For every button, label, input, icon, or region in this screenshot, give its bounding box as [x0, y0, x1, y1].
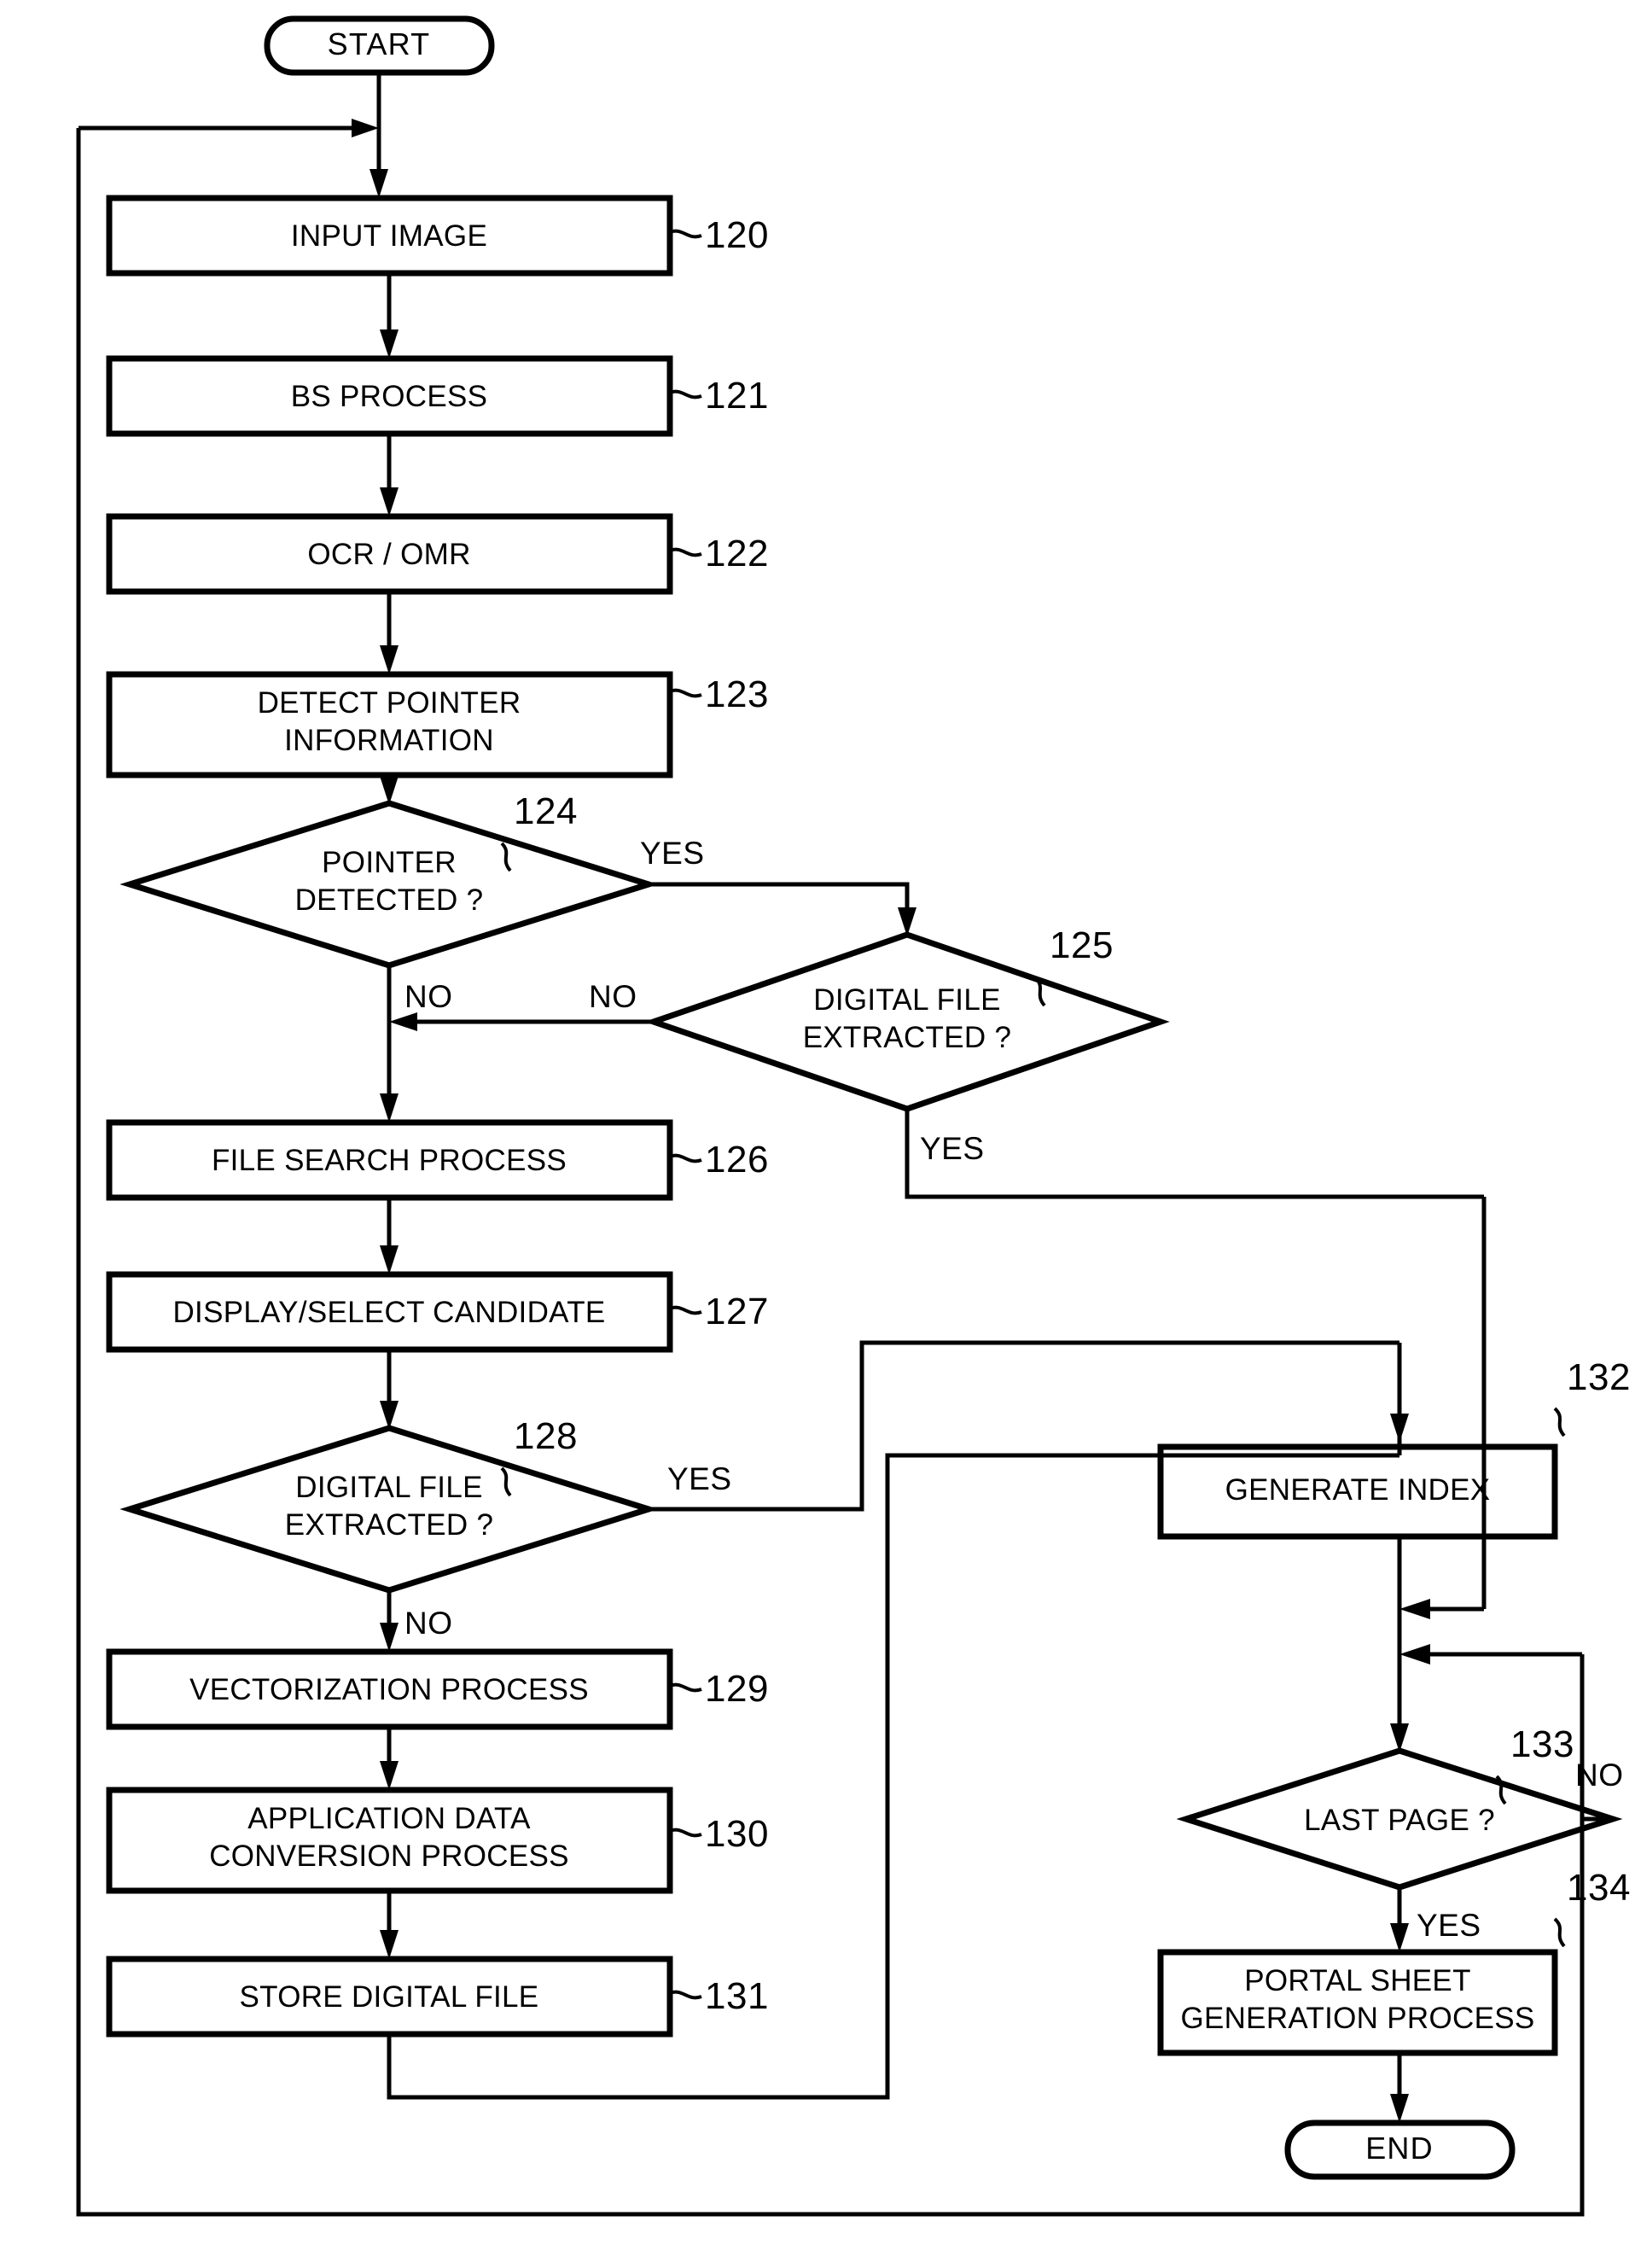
process-box-120: INPUT IMAGE [106, 195, 673, 277]
terminator-start: START [264, 15, 495, 76]
leader-133 [1495, 1775, 1507, 1805]
process-box-129: VECTORIZATION PROCESS [106, 1648, 673, 1730]
process-box-130: APPLICATION DATA CONVERSION PROCESS [106, 1787, 673, 1894]
decision-124-label-line1: POINTER [322, 846, 457, 879]
ref-numeral-130: 130 [705, 1813, 769, 1855]
arrowhead-to-127 [380, 1245, 399, 1274]
arrowhead-to-123 [380, 645, 399, 674]
leader-129 [669, 1682, 702, 1693]
branch-label-128-no: NO [404, 1606, 453, 1641]
arrowhead-125-no [389, 1012, 417, 1031]
leader-122 [669, 547, 702, 557]
process-box-120-label: INPUT IMAGE [291, 219, 487, 253]
ref-numeral-129: 129 [705, 1668, 769, 1710]
process-box-134-label-line1: PORTAL SHEET [1244, 1964, 1471, 1997]
process-box-121: BS PROCESS [106, 355, 673, 437]
arrowhead-124-no [380, 1093, 399, 1122]
leader-120 [669, 229, 702, 239]
terminator-end-label: END [1365, 2131, 1434, 2166]
arrowhead-133-yes [1390, 1923, 1409, 1952]
ref-numeral-120: 120 [705, 214, 769, 256]
ref-numeral-127: 127 [705, 1291, 769, 1332]
ref-numeral-131: 131 [705, 1975, 769, 2017]
arrowhead-to-121 [380, 329, 399, 359]
leader-123 [669, 688, 702, 698]
leader-124 [500, 842, 512, 872]
terminator-end: END [1284, 2119, 1516, 2180]
branch-label-124-yes: YES [640, 836, 705, 871]
branch-label-128-yes: YES [667, 1461, 732, 1496]
leader-132 [1553, 1407, 1566, 1437]
arrowhead-to-end [1390, 2094, 1409, 2123]
leader-131 [669, 1990, 702, 2000]
process-box-123-label-line1: DETECT POINTER [258, 686, 521, 720]
process-box-132-label: GENERATE INDEX [1225, 1473, 1491, 1507]
arrowhead-loop-return [352, 119, 379, 137]
process-box-127-label: DISPLAY/SELECT CANDIDATE [172, 1296, 605, 1329]
decision-125-label-line2: EXTRACTED ? [803, 1021, 1011, 1054]
process-box-127: DISPLAY/SELECT CANDIDATE [106, 1271, 673, 1353]
ref-numeral-134: 134 [1567, 1867, 1631, 1909]
decision-133: LAST PAGE ? [1176, 1747, 1623, 1891]
process-box-122-label: OCR / OMR [307, 538, 470, 571]
process-box-121-label: BS PROCESS [291, 380, 488, 413]
conn-125-yes-right [905, 1109, 1484, 1199]
leader-121 [669, 389, 702, 399]
leader-134 [1553, 1917, 1566, 1948]
decision-133-label: LAST PAGE ? [1304, 1804, 1495, 1837]
process-box-126-label: FILE SEARCH PROCESS [212, 1144, 567, 1177]
leader-126 [669, 1153, 702, 1163]
ref-numeral-124: 124 [514, 790, 578, 832]
branch-label-124-no: NO [404, 979, 453, 1014]
process-box-131-label: STORE DIGITAL FILE [240, 1980, 539, 2014]
process-box-126: FILE SEARCH PROCESS [106, 1119, 673, 1201]
ref-numeral-125: 125 [1050, 924, 1114, 966]
branch-label-125-no: NO [589, 979, 637, 1014]
arrowhead-merge-2 [1399, 1644, 1430, 1665]
flowchart-svg: START INPUT IMAGE 120 BS PROCESS 121 OCR [76, 15, 1631, 2217]
decision-128-label-line1: DIGITAL FILE [295, 1471, 482, 1504]
process-box-130-label-line1: APPLICATION DATA [247, 1802, 531, 1835]
arrowhead-to-120 [369, 169, 388, 198]
branch-label-133-yes: YES [1417, 1908, 1481, 1943]
arrowhead-to-131 [380, 1930, 399, 1959]
flowchart-canvas: START INPUT IMAGE 120 BS PROCESS 121 OCR [0, 0, 1635, 2268]
arrowhead-to-130 [380, 1761, 399, 1790]
process-box-134: PORTAL SHEET GENERATION PROCESS [1157, 1949, 1558, 2056]
ref-numeral-133: 133 [1510, 1723, 1574, 1765]
process-box-122: OCR / OMR [106, 513, 673, 595]
process-box-134-label-line2: GENERATION PROCESS [1180, 2002, 1534, 2035]
ref-numeral-123: 123 [705, 673, 769, 715]
leader-130 [669, 1828, 702, 1838]
branch-label-125-yes: YES [920, 1131, 985, 1166]
arrowhead-to-122 [380, 487, 399, 516]
process-box-130-label-line2: CONVERSION PROCESS [209, 1839, 569, 1873]
decision-125-label-line1: DIGITAL FILE [813, 983, 1000, 1017]
process-box-123: DETECT POINTER INFORMATION [106, 671, 673, 778]
ref-numeral-132: 132 [1567, 1356, 1631, 1398]
arrowhead-merge-1 [1399, 1599, 1430, 1619]
terminator-start-label: START [328, 26, 431, 61]
leader-127 [669, 1305, 702, 1315]
decision-124-label-line2: DETECTED ? [295, 883, 484, 917]
ref-numeral-121: 121 [705, 375, 769, 417]
ref-numeral-122: 122 [705, 533, 769, 574]
decision-128-label-line2: EXTRACTED ? [285, 1508, 493, 1542]
arrowhead-128-no [380, 1623, 399, 1652]
process-box-123-label-line2: INFORMATION [284, 724, 494, 757]
ref-numeral-128: 128 [514, 1415, 578, 1457]
conn-124-yes-to-125 [649, 882, 910, 924]
process-box-131: STORE DIGITAL FILE [106, 1956, 673, 2038]
ref-numeral-126: 126 [705, 1139, 769, 1181]
process-box-132: GENERATE INDEX [1157, 1443, 1558, 1540]
conn-133-no-up-rail [1580, 1654, 1613, 1822]
process-box-129-label: VECTORIZATION PROCESS [189, 1673, 589, 1706]
leader-128 [500, 1466, 512, 1497]
